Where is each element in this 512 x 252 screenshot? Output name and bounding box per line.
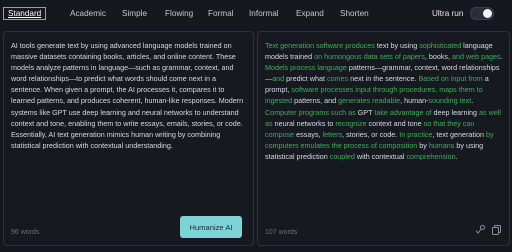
copy-icon[interactable]	[491, 224, 503, 236]
highlighted-rewrite: Text generation software produces	[265, 41, 375, 50]
unchanged-text: with contextual	[354, 151, 407, 161]
output-word-count: 107 words	[265, 229, 298, 236]
highlighted-rewrite: Computer programs such as	[265, 107, 356, 117]
highlighted-rewrite: take advantage of	[374, 107, 432, 117]
highlighted-rewrite: letters	[322, 129, 343, 139]
unchanged-text: next in the sentence.	[348, 74, 419, 84]
highlighted-rewrite: comprehension	[406, 151, 456, 161]
unchanged-text: neural networks to	[272, 118, 336, 128]
input-panel[interactable]: AI tools generate text by using advanced…	[3, 31, 254, 246]
highlighted-rewrite: and web pages	[452, 52, 501, 62]
highlighted-rewrite: Based on input from	[418, 74, 483, 84]
tab-flowing[interactable]: Flowing	[165, 9, 193, 18]
highlighted-rewrite: In practice	[399, 129, 433, 139]
unchanged-text: context and tone	[366, 118, 424, 128]
highlighted-rewrite: recognize	[335, 118, 367, 128]
tab-expand[interactable]: Expand	[296, 9, 324, 18]
input-word-count: 96 words	[11, 229, 40, 236]
tab-academic[interactable]: Academic	[70, 9, 106, 18]
unchanged-text: patterns, and	[292, 96, 339, 106]
unchanged-text: predict what	[284, 74, 327, 84]
humanize-button[interactable]: Humanize AI	[180, 216, 242, 238]
highlighted-rewrite: coupled	[329, 151, 355, 161]
unchanged-text: deep learning	[431, 107, 480, 117]
highlighted-rewrite: humans	[428, 140, 455, 150]
highlighted-rewrite: and	[272, 74, 285, 84]
mode-toolbar: Standard Academic Simple Flowing Formal …	[0, 0, 512, 28]
highlighted-rewrite: comes	[326, 74, 349, 84]
unchanged-text: .	[455, 151, 458, 161]
unchanged-text: .	[500, 52, 503, 62]
highlighted-rewrite: Models process language	[265, 63, 347, 73]
highlighted-rewrite: sounding text	[428, 96, 472, 106]
unchanged-text: , text generation	[432, 129, 486, 139]
output-text: Text generation software produces text b…	[265, 40, 504, 162]
unchanged-text: , stories, or code.	[342, 129, 400, 139]
highlighted-rewrite: generates readable	[338, 96, 401, 106]
ultra-run-toggle[interactable]	[470, 7, 494, 20]
unchanged-text: by	[417, 140, 429, 150]
ultra-run-label: Ultra run	[432, 9, 464, 18]
unchanged-text: , books,	[424, 52, 452, 62]
tab-standard[interactable]: Standard	[3, 7, 47, 20]
input-text[interactable]: AI tools generate text by using advanced…	[11, 40, 248, 151]
unchanged-text: .	[471, 96, 474, 106]
output-panel: Text generation software produces text b…	[257, 31, 510, 246]
unchanged-text: essays,	[294, 129, 323, 139]
unchanged-text: GPT	[355, 107, 375, 117]
tab-shorten[interactable]: Shorten	[340, 9, 369, 18]
tab-simple[interactable]: Simple	[122, 9, 147, 18]
toggle-knob	[483, 9, 492, 18]
highlighted-rewrite: sophisticated	[419, 41, 462, 50]
tab-formal[interactable]: Formal	[208, 9, 233, 18]
unchanged-text: text by using	[374, 41, 420, 50]
compare-icon[interactable]	[474, 224, 486, 236]
tab-informal[interactable]: Informal	[249, 9, 279, 18]
unchanged-text: , human-	[400, 96, 429, 106]
highlighted-rewrite: on humongous data sets of papers	[314, 52, 425, 62]
